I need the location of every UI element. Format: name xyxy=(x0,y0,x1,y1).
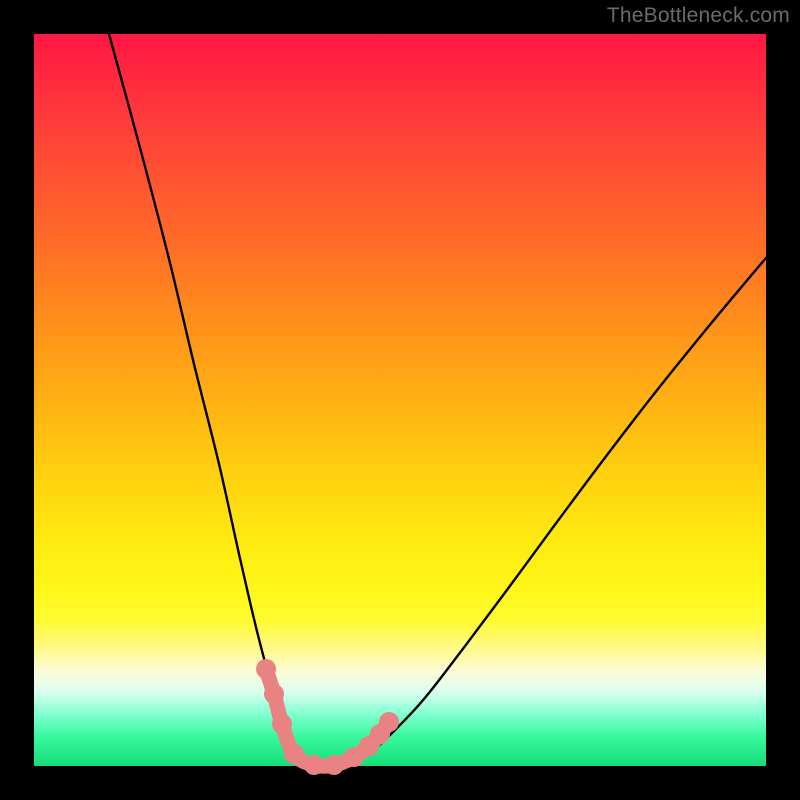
plot-area xyxy=(34,34,766,766)
chart-overlay-svg xyxy=(34,34,766,766)
chart-frame: TheBottleneck.com xyxy=(0,0,800,800)
curve-group xyxy=(109,34,766,765)
marker-dot xyxy=(284,744,304,764)
marker-dot xyxy=(304,755,324,775)
marker-group xyxy=(256,659,399,775)
marker-dot xyxy=(256,659,276,679)
curve-left-curve xyxy=(109,34,327,765)
marker-dot xyxy=(379,712,399,732)
curve-right-curve xyxy=(327,258,766,765)
marker-dot xyxy=(272,714,292,734)
marker-dot xyxy=(324,755,344,775)
watermark-text: TheBottleneck.com xyxy=(607,4,790,28)
marker-dot xyxy=(264,684,284,704)
